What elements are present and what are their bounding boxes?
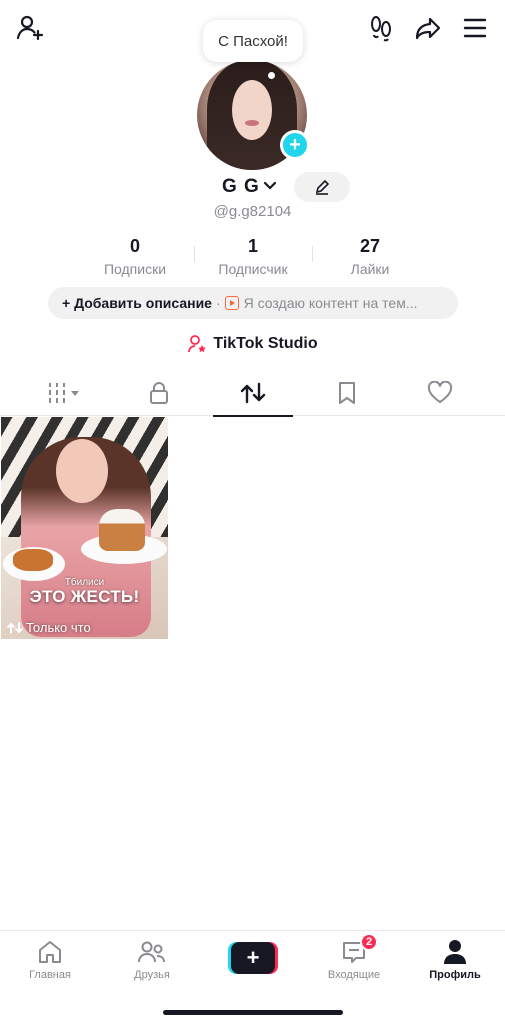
share-icon[interactable] bbox=[412, 12, 444, 44]
stat-following[interactable]: 0 Подписки bbox=[75, 236, 195, 277]
stat-likes[interactable]: 27 Лайки bbox=[310, 236, 430, 277]
lock-icon bbox=[150, 382, 168, 404]
create-button[interactable]: + bbox=[228, 942, 278, 974]
repost-small-icon bbox=[7, 621, 23, 634]
add-description-link[interactable]: + Добавить описание bbox=[62, 295, 212, 311]
add-user-icon[interactable] bbox=[14, 12, 46, 44]
plus-icon: + bbox=[231, 942, 275, 974]
video-thumbnail[interactable]: Тбилиси ЭТО ЖЕСТЬ! Только что bbox=[1, 417, 168, 639]
videos-grid-icon bbox=[49, 383, 79, 403]
nav-label: Профиль bbox=[429, 969, 481, 981]
video-time: Только что bbox=[26, 620, 91, 635]
stat-label: Подписчик bbox=[218, 261, 288, 277]
avatar-lips bbox=[245, 120, 259, 126]
stat-value: 27 bbox=[359, 236, 381, 256]
stat-value: 1 bbox=[247, 236, 258, 256]
repost-icon bbox=[240, 382, 266, 404]
friends-icon bbox=[138, 941, 165, 963]
nav-label: Входящие bbox=[327, 969, 381, 981]
tab-reposts[interactable] bbox=[213, 370, 293, 417]
footprints-icon[interactable] bbox=[365, 12, 397, 44]
avatar-face bbox=[232, 80, 272, 140]
chevron-down-icon[interactable] bbox=[262, 178, 278, 199]
play-icon bbox=[224, 296, 239, 310]
stats-row: 0 Подписки 1 Подписчик 27 Лайки bbox=[0, 236, 505, 280]
inbox-badge: 2 bbox=[360, 933, 378, 951]
tiktok-studio-link[interactable]: TikTok Studio bbox=[0, 334, 505, 354]
nav-profile[interactable]: Профиль bbox=[415, 937, 495, 981]
home-indicator bbox=[163, 1010, 343, 1015]
studio-user-icon bbox=[188, 335, 207, 353]
content-tabs bbox=[0, 370, 505, 417]
thumbnail-cake bbox=[99, 509, 145, 551]
video-caption: ЭТО ЖЕСТЬ! bbox=[29, 587, 140, 606]
nav-label: Главная bbox=[29, 969, 71, 981]
tab-favorites[interactable] bbox=[307, 370, 387, 416]
bookmark-icon bbox=[339, 382, 355, 404]
tab-private[interactable] bbox=[119, 370, 199, 416]
menu-icon[interactable] bbox=[459, 12, 491, 44]
profile-icon bbox=[444, 940, 466, 964]
tab-liked[interactable] bbox=[400, 370, 480, 416]
thumbnail-food bbox=[13, 549, 53, 571]
pencil-icon bbox=[315, 179, 330, 195]
nav-home[interactable]: Главная bbox=[10, 937, 90, 981]
stat-followers[interactable]: 1 Подписчик bbox=[193, 236, 313, 277]
stat-label: Лайки bbox=[350, 261, 390, 277]
profile-handle: @g.g82104 bbox=[213, 203, 292, 220]
tab-videos[interactable] bbox=[26, 370, 106, 416]
nav-label: Друзья bbox=[134, 969, 170, 981]
creator-category[interactable]: Я создаю контент на тем... bbox=[244, 295, 418, 311]
heart-icon bbox=[427, 381, 453, 403]
stat-value: 0 bbox=[129, 236, 140, 256]
edit-profile-button[interactable] bbox=[294, 172, 350, 202]
name-row: G G bbox=[0, 172, 505, 202]
bubble-tail bbox=[268, 72, 275, 79]
status-bubble[interactable]: С Пасхой! bbox=[203, 20, 303, 62]
nav-friends[interactable]: Друзья bbox=[112, 937, 192, 981]
bio-separator: · bbox=[215, 295, 221, 311]
studio-label: TikTok Studio bbox=[213, 335, 318, 352]
profile-name: G G bbox=[222, 176, 260, 197]
nav-inbox[interactable]: 2 Входящие bbox=[314, 933, 394, 981]
stat-label: Подписки bbox=[103, 261, 167, 277]
thumbnail-face bbox=[56, 439, 108, 503]
add-story-button[interactable]: + bbox=[280, 130, 310, 160]
bio-bar[interactable]: + Добавить описание · Я создаю контент н… bbox=[48, 287, 458, 319]
home-icon bbox=[39, 941, 61, 963]
video-meta: Только что bbox=[7, 620, 91, 635]
